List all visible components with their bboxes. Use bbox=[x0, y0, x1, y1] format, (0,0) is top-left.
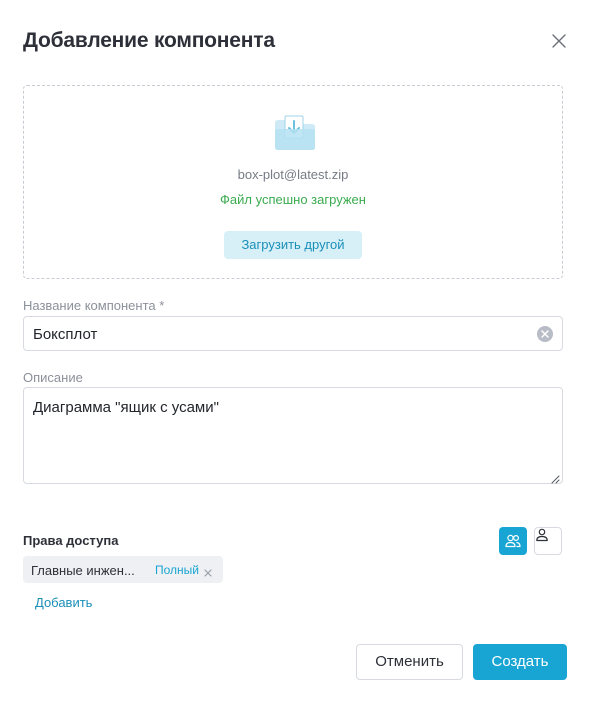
add-access-link[interactable]: Добавить bbox=[35, 595, 92, 610]
close-icon[interactable] bbox=[550, 32, 568, 50]
dialog-title: Добавление компонента bbox=[23, 29, 275, 52]
folder-icon bbox=[271, 113, 319, 153]
component-name-value: Боксплот bbox=[33, 326, 98, 343]
upload-other-button[interactable]: Загрузить другой bbox=[224, 231, 362, 259]
description-value: Диаграмма "ящик с усами" bbox=[33, 399, 219, 416]
remove-access-icon[interactable] bbox=[203, 565, 213, 577]
name-field-label: Название компонента * bbox=[23, 298, 165, 313]
add-component-dialog: Добавление компонента box-plot@latest.zi… bbox=[0, 0, 590, 706]
resize-handle-icon[interactable] bbox=[550, 471, 560, 484]
clear-icon[interactable] bbox=[537, 326, 553, 342]
cancel-button[interactable]: Отменить bbox=[356, 644, 463, 680]
create-button[interactable]: Создать bbox=[473, 644, 567, 680]
description-field-label: Описание bbox=[23, 370, 83, 385]
access-chip: Главные инжен... Полный bbox=[23, 556, 223, 583]
component-name-input[interactable]: Боксплот bbox=[23, 316, 563, 351]
access-chip-name: Главные инжен... bbox=[31, 563, 135, 578]
access-level-selector[interactable]: Полный bbox=[155, 563, 199, 577]
user-access-button[interactable] bbox=[534, 527, 562, 555]
upload-status: Файл успешно загружен bbox=[220, 192, 366, 207]
description-textarea[interactable]: Диаграмма "ящик с усами" bbox=[23, 387, 563, 484]
access-rights-title: Права доступа bbox=[23, 533, 119, 548]
file-dropzone[interactable]: box-plot@latest.zip Файл успешно загруже… bbox=[23, 85, 563, 279]
uploaded-file-name: box-plot@latest.zip bbox=[237, 167, 349, 182]
group-access-button[interactable] bbox=[499, 527, 527, 555]
